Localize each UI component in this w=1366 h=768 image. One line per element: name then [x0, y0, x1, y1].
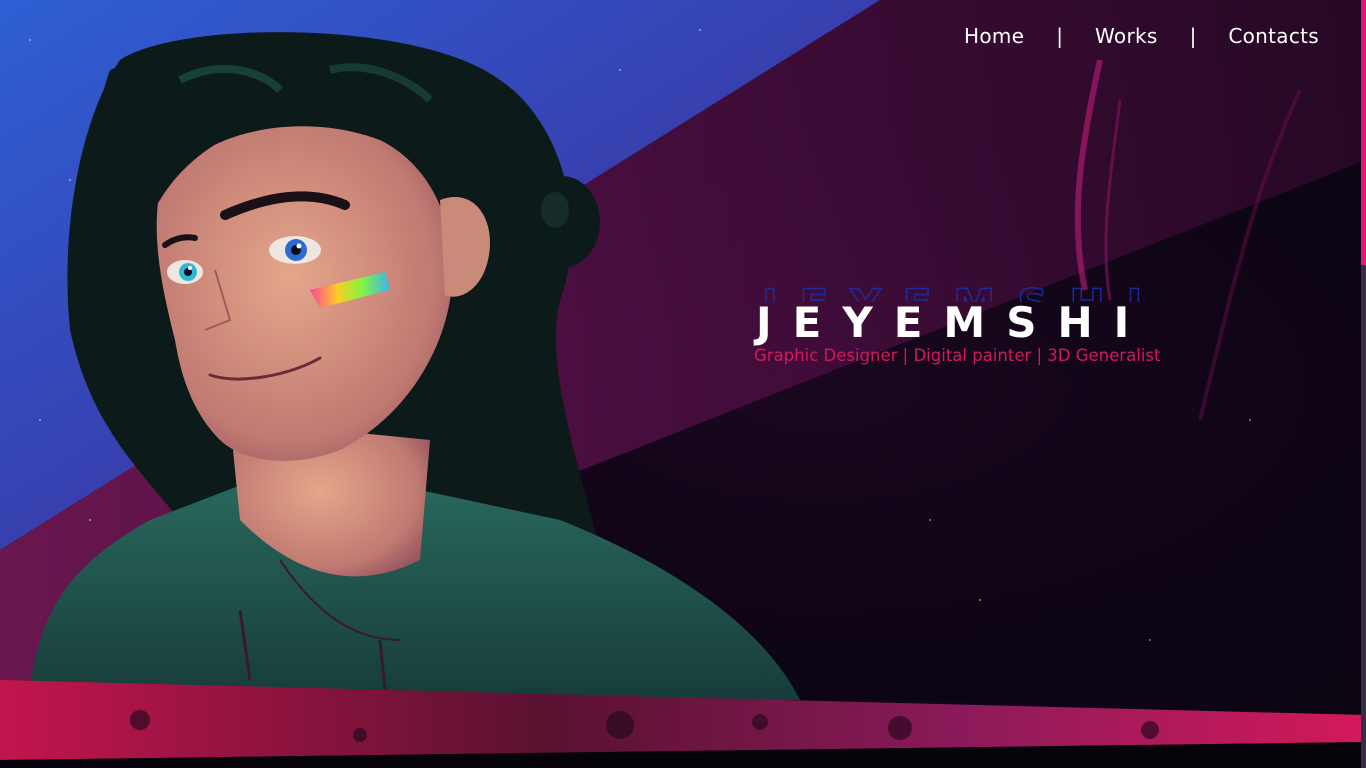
scroll-progress-indicator[interactable]	[1361, 0, 1366, 265]
nav-separator: |	[1189, 24, 1197, 48]
hero-subtitle: Graphic Designer | Digital painter | 3D …	[754, 346, 1161, 365]
nav-home-link[interactable]: Home	[964, 24, 1024, 48]
hero-section: JEYEMSHI JEYEMSHI Graphic Designer | Dig…	[754, 280, 1174, 365]
brand-name: JEYEMSHI	[756, 298, 1151, 347]
brand-name-block: JEYEMSHI JEYEMSHI	[754, 280, 1174, 347]
nav-works-link[interactable]: Works	[1095, 24, 1158, 48]
background-artwork	[0, 0, 1366, 768]
nav-separator: |	[1056, 24, 1064, 48]
nav-contacts-link[interactable]: Contacts	[1228, 24, 1319, 48]
scroll-track[interactable]	[1361, 265, 1366, 768]
landing-page: Home | Works | Contacts JEYEMSHI JEYEMSH…	[0, 0, 1366, 768]
top-navigation: Home | Works | Contacts	[964, 24, 1319, 48]
